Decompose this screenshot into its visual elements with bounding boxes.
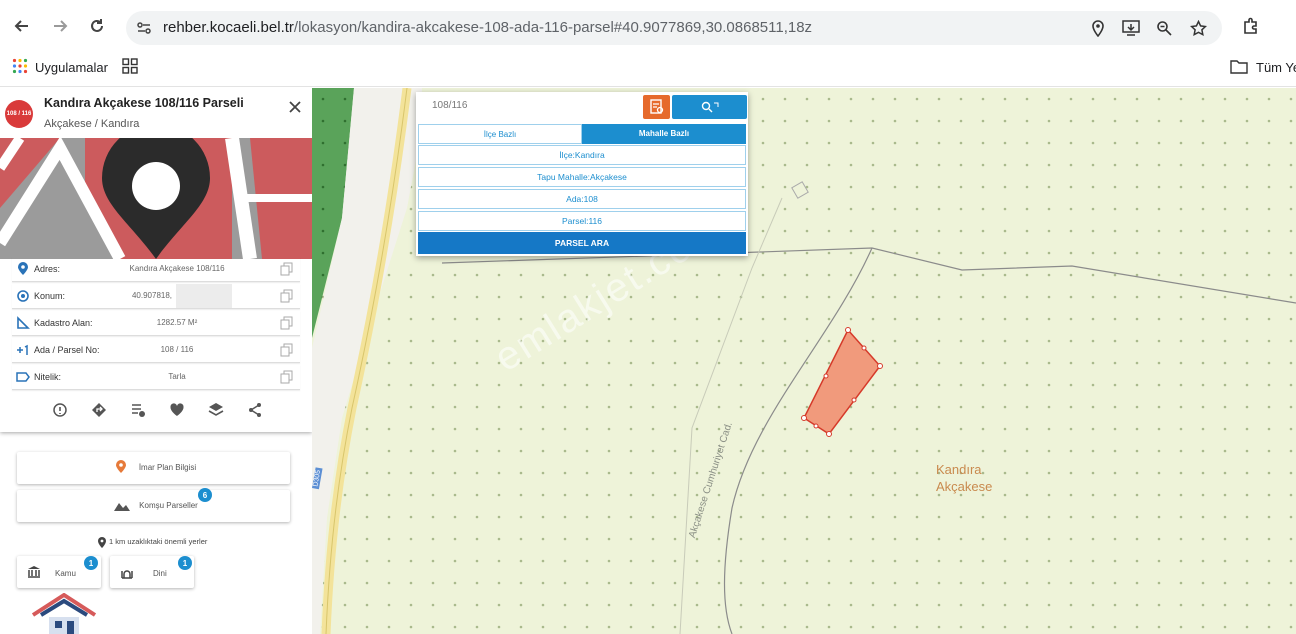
block-parcel-row: Ada / Parsel No: 108 / 116 [12,338,300,363]
browser-toolbar: rehber.kocaeli.bel.tr/lokasyon/kandira-a… [0,0,1296,54]
district-select[interactable]: İlçe:Kandıra [418,145,746,165]
house-logo [31,592,97,634]
tab-groups-icon[interactable] [122,58,138,74]
search-input[interactable]: 108/116 [432,100,467,111]
block-parcel-label: Ada / Parsel No: [34,345,100,355]
copy-icon[interactable] [280,316,294,330]
neighbor-parcels-button[interactable]: Komşu Parseller [17,490,290,522]
back-arrow-icon [14,20,28,32]
parcel-search-panel: 108/116 İlçe Bazlı Mahalle Bazlı İlçe:Ka… [416,92,748,256]
redacted-block [176,284,232,308]
close-icon[interactable] [286,98,304,116]
neighbor-count-badge: 6 [198,488,212,502]
extensions-button[interactable] [1237,12,1265,40]
block-field[interactable]: Ada:108 [418,189,746,209]
calculator-icon[interactable] [130,402,146,418]
directions-icon[interactable] [91,402,107,418]
parcel-info-panel: 108 / 116 Kandıra Akçakese 108/116 Parse… [0,88,312,634]
address-label: Adres: [34,264,61,274]
back-button[interactable] [8,12,36,40]
parcel-title: Kandıra Akçakese 108/116 Parseli [44,96,244,110]
nearby-places-heading: 1 km uzaklıktaki önemli yerler [109,537,208,546]
type-value: Tarla [168,372,186,381]
religious-count-badge: 1 [178,556,192,570]
tab-neighborhood[interactable]: Mahalle Bazlı [582,124,746,144]
apps-bookmark[interactable]: Uygulamalar [35,60,108,75]
plus-one-icon [16,343,30,357]
address-value: Kandıra Akçakese 108/116 [129,264,225,273]
bookmark-star-icon[interactable] [1187,17,1209,39]
parcel-logo: 108 / 116 [5,100,33,128]
install-app-icon[interactable] [1120,17,1142,39]
nearby-pin-icon [97,536,108,548]
copy-icon[interactable] [280,343,294,357]
info-icon[interactable] [52,402,68,418]
parcel-card: 108 / 116 Kandıra Akçakese 108/116 Parse… [0,88,312,432]
search-icon [701,101,719,113]
area-label-district: Kandıra [936,462,982,477]
forward-button[interactable] [46,12,74,40]
parcel-field[interactable]: Parsel:116 [418,211,746,231]
folder-icon[interactable] [1230,59,1248,74]
url-text[interactable]: rehber.kocaeli.bel.tr/lokasyon/kandira-a… [163,19,812,36]
target-icon [16,289,30,303]
layers-icon[interactable] [208,402,224,418]
area-label: Kadastro Alan: [34,318,93,328]
action-bar [0,400,312,420]
search-mode-tabs: İlçe Bazlı Mahalle Bazlı [418,124,746,144]
location-icon[interactable] [1087,17,1109,39]
area-label-neighborhood: Akçakese [936,479,993,494]
block-parcel-value: 108 / 116 [160,345,194,354]
coordinates-label: Konum: [34,291,66,301]
tab-district[interactable]: İlçe Bazlı [418,124,582,144]
tag-icon [16,370,30,384]
search-history-button[interactable] [643,95,670,119]
zoom-icon[interactable] [1153,17,1175,39]
public-places-label: Kamu [55,569,76,578]
address-row: Adres: Kandıra Akçakese 108/116 [12,257,300,282]
copy-icon[interactable] [280,289,294,303]
copy-icon[interactable] [280,262,294,276]
site-settings-icon[interactable] [133,17,155,39]
neighbor-parcels-label: Komşu Parseller [139,501,198,510]
pin-icon [16,262,30,276]
area-value: 1282.57 M² [156,318,198,327]
share-icon[interactable] [247,402,263,418]
bookmarks-bar: Uygulamalar Tüm Ye [0,54,1296,87]
puzzle-icon [1244,17,1257,34]
favorite-heart-icon[interactable] [169,402,185,418]
apps-grid-icon[interactable] [12,58,28,74]
public-count-badge: 1 [84,556,98,570]
coordinates-row: Konum: 40.907818, [12,284,300,309]
area-ruler-icon [16,316,30,330]
neighborhood-select[interactable]: Tapu Mahalle:Akçakese [418,167,746,187]
mosque-icon [121,570,133,579]
zoning-info-label: İmar Plan Bilgisi [138,463,197,472]
zoning-info-button[interactable]: İmar Plan Bilgisi [17,452,290,484]
reload-icon [91,19,103,32]
parcel-search-button[interactable]: PARSEL ARA [418,232,746,254]
type-row: Nitelik: Tarla [12,365,300,390]
copy-icon[interactable] [280,370,294,384]
search-button[interactable] [672,95,747,119]
reload-button[interactable] [83,12,111,40]
url-host: rehber.kocaeli.bel.tr [163,19,294,36]
forward-arrow-icon [54,20,68,32]
religious-places-label: Dini [153,569,167,578]
area-row: Kadastro Alan: 1282.57 M² [12,311,300,336]
government-building-icon [28,566,40,578]
type-label: Nitelik: [34,372,62,382]
parcel-subtitle: Akçakese / Kandıra [44,118,140,130]
location-preview [0,138,312,259]
all-bookmarks[interactable]: Tüm Ye [1256,60,1296,75]
url-path: /lokasyon/kandira-akcakese-108-ada-116-p… [293,19,813,36]
document-search-icon [650,99,664,114]
address-bar[interactable]: rehber.kocaeli.bel.tr/lokasyon/kandira-a… [126,11,1222,45]
